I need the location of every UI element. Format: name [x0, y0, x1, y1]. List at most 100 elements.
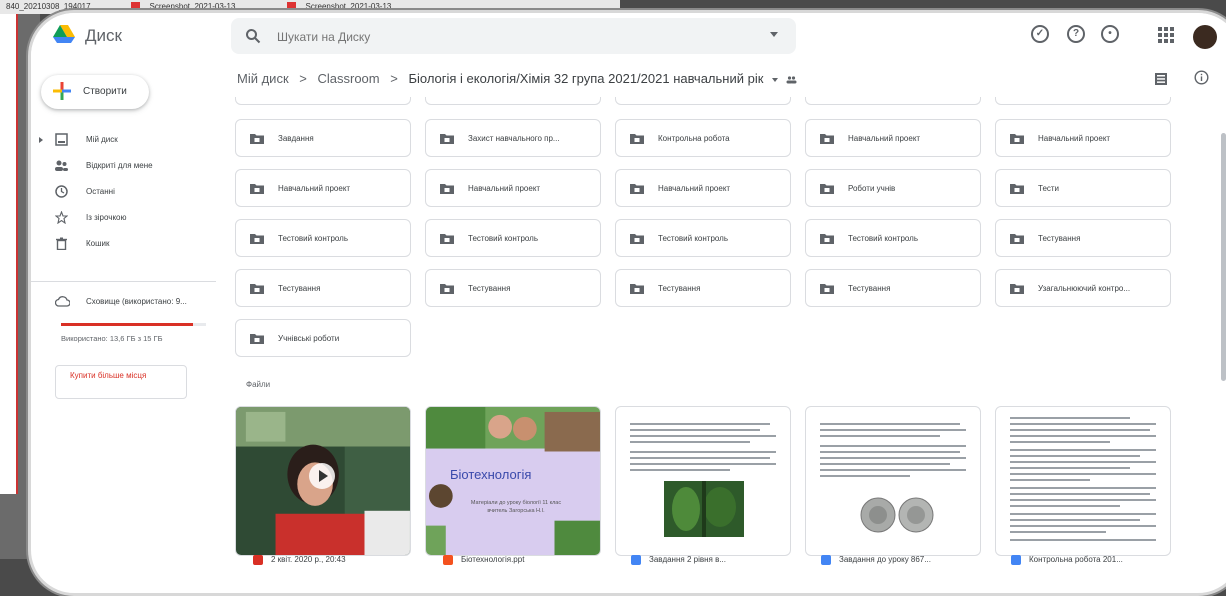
- scrollbar[interactable]: [1221, 133, 1226, 381]
- doc-file-icon: [631, 555, 641, 565]
- star-icon: [55, 211, 68, 224]
- avatar[interactable]: [1193, 25, 1217, 49]
- folder-card[interactable]: Навчальний проект: [235, 169, 411, 207]
- info-icon[interactable]: [1194, 70, 1209, 85]
- shared-folder-icon: [820, 184, 834, 194]
- folder-card[interactable]: Контрольна робота: [615, 119, 791, 157]
- file-caption[interactable]: Завдання 2 рівня в...: [631, 555, 726, 565]
- folder-card[interactable]: Учнівські роботи: [235, 319, 411, 357]
- apps-grid-icon[interactable]: [1158, 27, 1174, 43]
- folder-card[interactable]: Узагальнюючий контро...: [995, 269, 1171, 307]
- folder-card[interactable]: Навчальний проект: [615, 169, 791, 207]
- folder-name: Навчальний проект: [278, 184, 351, 193]
- cloud-icon: [55, 296, 70, 307]
- list-view-icon[interactable]: [1155, 73, 1167, 85]
- file-caption[interactable]: Контрольна робота 201...: [1011, 555, 1123, 565]
- folder-card[interactable]: Тестування: [995, 219, 1171, 257]
- offline-status-icon[interactable]: ✓: [1031, 25, 1049, 43]
- file-name: Завдання до уроку 867...: [839, 555, 931, 565]
- breadcrumb-current[interactable]: Біологія і екологія/Хімія 32 група 2021/…: [408, 71, 763, 86]
- buy-storage-button[interactable]: Купити більше місця: [55, 365, 187, 399]
- shared-folder-icon: [440, 284, 454, 294]
- folder-card[interactable]: Тестовий контроль: [235, 219, 411, 257]
- file-caption[interactable]: 2 квіт. 2020 р., 20:43: [253, 555, 346, 565]
- shared-folder-icon: [630, 234, 644, 244]
- folder-card[interactable]: Навчальний проект: [425, 169, 601, 207]
- shared-folder-icon: [630, 134, 644, 144]
- folder-card[interactable]: Тестування: [235, 269, 411, 307]
- file-card-doc-1[interactable]: [615, 406, 791, 556]
- drive-icon: [55, 133, 68, 146]
- sidebar-item-shared[interactable]: Відкриті для мене: [31, 153, 221, 179]
- shared-folder-icon: [1010, 234, 1024, 244]
- shared-folder-icon: [1010, 184, 1024, 194]
- folder-name: Тестування: [658, 284, 701, 293]
- powerpoint-file-icon: [443, 555, 453, 565]
- folder-name: Учнівські роботи: [278, 334, 340, 343]
- file-card-video[interactable]: [235, 406, 411, 556]
- sidebar-item-my-drive[interactable]: Мій диск: [31, 127, 221, 153]
- folder-card[interactable]: Тести: [995, 169, 1171, 207]
- sidebar-item-trash[interactable]: Кошик: [31, 231, 221, 257]
- shared-folder-icon: [820, 234, 834, 244]
- doc-file-icon: [821, 555, 831, 565]
- file-caption[interactable]: Біотехнологія.ppt: [443, 555, 524, 565]
- folder-card[interactable]: Тестовий контроль: [805, 219, 981, 257]
- chevron-down-icon[interactable]: [772, 77, 779, 82]
- breadcrumb-classroom[interactable]: Classroom: [317, 71, 379, 86]
- folder-name: Навчальний проект: [468, 184, 541, 193]
- folder-name: Тести: [1038, 184, 1060, 193]
- search-icon[interactable]: [245, 28, 261, 44]
- file-card-doc-2[interactable]: [805, 406, 981, 556]
- search-bar[interactable]: [231, 18, 796, 56]
- folder-card[interactable]: Тестування: [615, 269, 791, 307]
- expand-arrow-icon[interactable]: [39, 137, 43, 143]
- file-caption[interactable]: Завдання до уроку 867...: [821, 555, 931, 565]
- sidebar-item-label: Мій диск: [86, 135, 118, 144]
- folder-card[interactable]: Тестовий контроль: [425, 219, 601, 257]
- sidebar-divider: [31, 281, 216, 282]
- shared-folder-icon: [1010, 284, 1024, 294]
- storage-used-text: Використано: 13,6 ГБ з 15 ГБ: [61, 334, 163, 343]
- sidebar-item-starred[interactable]: Із зірочкою: [31, 205, 221, 231]
- storage-label: Сховище (використано: 9...: [86, 297, 187, 306]
- search-options-icon[interactable]: [770, 32, 778, 37]
- create-button[interactable]: Створити: [41, 75, 149, 109]
- file-name: Біотехнологія.ppt: [461, 555, 525, 565]
- breadcrumb-root[interactable]: Мій диск: [237, 71, 289, 86]
- folder-card[interactable]: Захист навчального пр...: [425, 119, 601, 157]
- folder-card[interactable]: Тестовий контроль: [615, 219, 791, 257]
- search-input[interactable]: [275, 18, 759, 56]
- folder-card[interactable]: Тестування: [425, 269, 601, 307]
- shared-folder-icon: [250, 284, 264, 294]
- presentation-title: Біотехнологія: [450, 467, 532, 482]
- coins-image: [860, 497, 934, 533]
- sidebar-item-recent[interactable]: Останні: [31, 179, 221, 205]
- folder-card[interactable]: Роботи учнів: [805, 169, 981, 207]
- shared-folder-icon: [786, 75, 797, 84]
- presentation-subtitle: Матеріали до уроку біології 11 клас вчит…: [470, 500, 562, 514]
- folder-card[interactable]: Тестування: [805, 269, 981, 307]
- settings-gear-icon[interactable]: •: [1101, 25, 1119, 43]
- play-icon[interactable]: [309, 463, 335, 489]
- folder-name: Роботи учнів: [848, 184, 896, 193]
- file-card-presentation[interactable]: Біотехнологія Матеріали до уроку біологі…: [425, 406, 601, 556]
- drive-logo-icon[interactable]: [53, 25, 75, 43]
- folder-name: Узагальнюючий контро...: [1038, 284, 1131, 293]
- video-file-icon: [253, 555, 263, 565]
- app-name[interactable]: Диск: [85, 26, 122, 46]
- folder-card[interactable]: Навчальний проект: [995, 119, 1171, 157]
- folder-card[interactable]: Навчальний проект: [805, 119, 981, 157]
- folder-name: Тестування: [848, 284, 891, 293]
- folder-name: Навчальний проект: [848, 134, 921, 143]
- shared-folder-icon: [250, 134, 264, 144]
- file-card-doc-3[interactable]: [995, 406, 1171, 556]
- help-icon[interactable]: ?: [1067, 25, 1085, 43]
- app-header: Диск ✓ ? •: [31, 13, 1226, 59]
- folder-card[interactable]: Завдання: [235, 119, 411, 157]
- sidebar-item-label: Останні: [86, 187, 115, 196]
- clock-icon: [55, 185, 68, 198]
- breadcrumb-separator: >: [390, 71, 398, 86]
- shared-folder-icon: [440, 134, 454, 144]
- storage-progress-bar: [61, 323, 206, 326]
